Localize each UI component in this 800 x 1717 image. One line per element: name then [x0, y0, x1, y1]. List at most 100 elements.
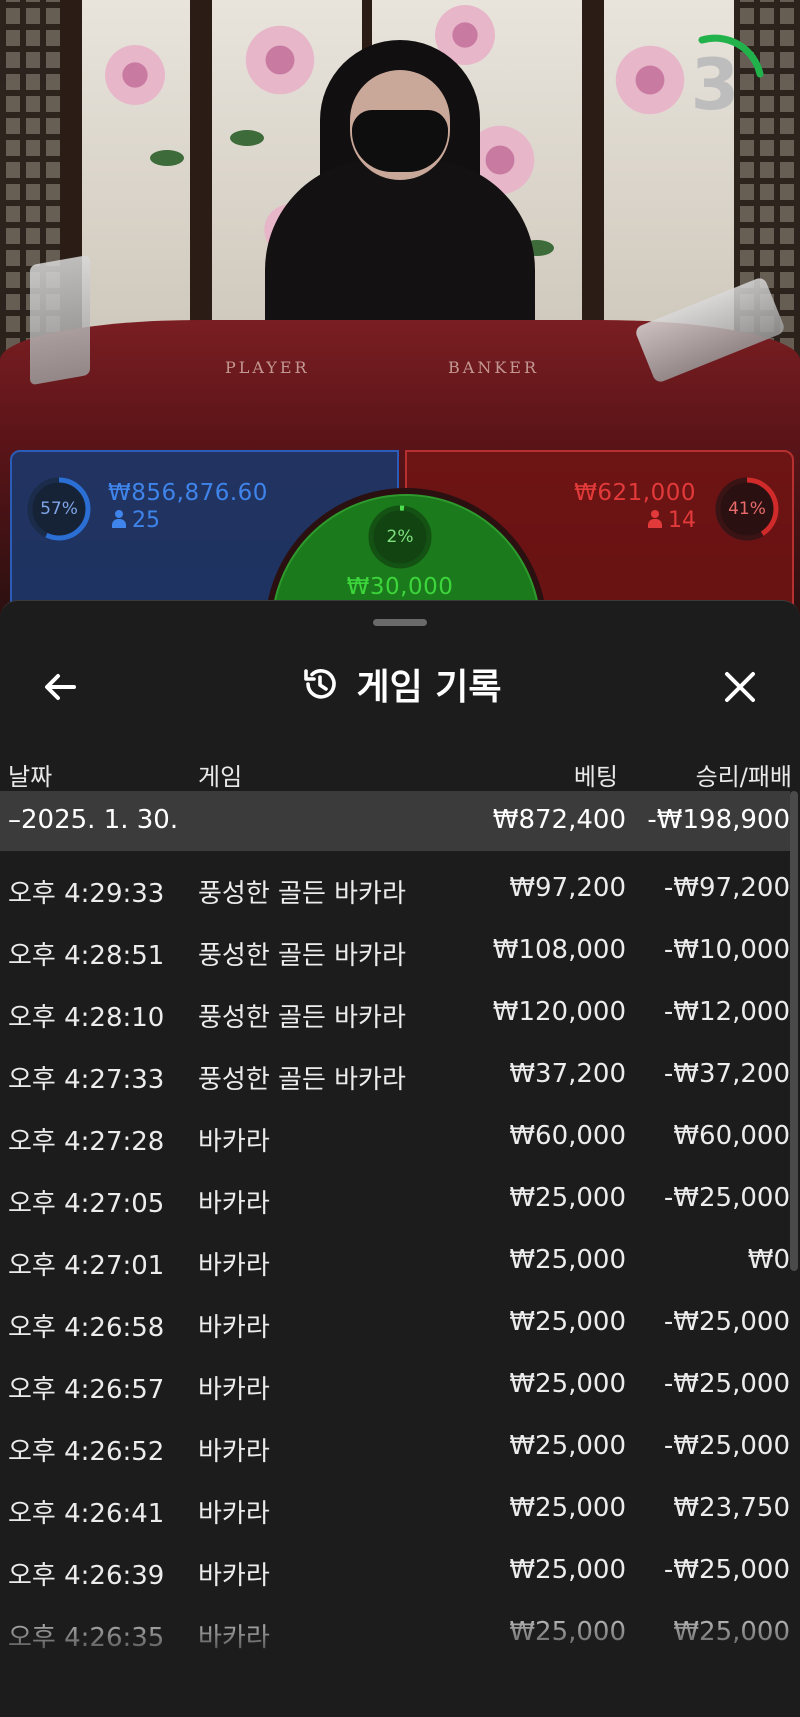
history-row[interactable]: 오후 4:27:33 풍성한 골든 바카라 ₩37,200 -₩37,200: [0, 1045, 790, 1107]
row-result: -₩25,000: [663, 1183, 790, 1213]
row-bet: ₩60,000: [509, 1121, 626, 1151]
screen-pillar: [190, 0, 212, 340]
row-bet: ₩108,000: [492, 935, 626, 965]
row-time: 오후 4:29:33: [8, 879, 165, 909]
history-icon: [304, 669, 337, 699]
row-result: ₩23,750: [673, 1493, 790, 1523]
arrow-left-icon: [45, 674, 76, 700]
row-bet: ₩37,200: [509, 1059, 626, 1089]
row-game: 바카라: [198, 1561, 270, 1591]
history-title: 게임 기록: [356, 667, 502, 708]
row-result: -₩25,000: [663, 1431, 790, 1461]
row-bet: ₩25,000: [509, 1245, 626, 1275]
row-bet: ₩120,000: [492, 997, 626, 1027]
row-result: -₩25,000: [663, 1369, 790, 1399]
close-button[interactable]: [712, 659, 768, 715]
row-bet: ₩25,000: [509, 1493, 626, 1523]
scrollbar[interactable]: [790, 791, 798, 1271]
banker-percentage: 41%: [728, 499, 766, 519]
player-bettor-count: 25: [112, 508, 160, 533]
row-result: -₩12,000: [663, 997, 790, 1027]
row-time: 오후 4:28:10: [8, 1003, 165, 1033]
row-time: 오후 4:28:51: [8, 941, 165, 971]
row-time: 오후 4:26:52: [8, 1437, 165, 1467]
row-result: -₩10,000: [663, 935, 790, 965]
history-row[interactable]: 오후 4:28:10 풍성한 골든 바카라 ₩120,000 -₩12,000: [0, 983, 790, 1045]
row-result: -₩97,200: [663, 873, 790, 903]
history-row[interactable]: 오후 4:26:41 바카라 ₩25,000 ₩23,750: [0, 1479, 790, 1541]
row-result: -₩25,000: [663, 1307, 790, 1337]
history-row[interactable]: 오후 4:26:57 바카라 ₩25,000 -₩25,000: [0, 1355, 790, 1417]
felt-label-banker: BANKER: [448, 358, 539, 377]
tie-bet-amount: ₩30,000: [346, 574, 454, 600]
person-icon: [648, 510, 662, 528]
row-time: 오후 4:26:58: [8, 1313, 165, 1343]
history-row[interactable]: 오후 4:26:35 바카라 ₩25,000 ₩25,000: [0, 1603, 790, 1665]
row-time: 오후 4:26:57: [8, 1375, 165, 1405]
player-percentage-ring: 57%: [26, 476, 92, 542]
history-row[interactable]: 오후 4:26:58 바카라 ₩25,000 -₩25,000: [0, 1293, 790, 1355]
player-bet-amount: ₩856,876.60: [108, 480, 268, 506]
row-result: -₩37,200: [663, 1059, 790, 1089]
row-bet: ₩25,000: [509, 1555, 626, 1585]
column-game: 게임: [198, 763, 243, 791]
screen-pillar: [582, 0, 604, 340]
row-bet: ₩25,000: [509, 1617, 626, 1647]
row-time: 오후 4:27:01: [8, 1251, 165, 1281]
row-game: 바카라: [198, 1499, 270, 1529]
person-icon: [112, 510, 126, 528]
row-game: 바카라: [198, 1251, 270, 1281]
date-group-row[interactable]: –2025. 1. 30. ₩872,400 -₩198,900: [0, 791, 790, 851]
row-bet: ₩97,200: [509, 873, 626, 903]
history-row[interactable]: 오후 4:28:51 풍성한 골든 바카라 ₩108,000 -₩10,000: [0, 921, 790, 983]
close-icon: [725, 672, 755, 702]
row-game: 바카라: [198, 1189, 270, 1219]
history-header: 게임 기록: [0, 639, 800, 729]
row-game: 풍성한 골든 바카라: [198, 879, 406, 909]
history-row[interactable]: 오후 4:27:05 바카라 ₩25,000 -₩25,000: [0, 1169, 790, 1231]
row-result: ₩60,000: [673, 1121, 790, 1151]
row-game: 바카라: [198, 1623, 270, 1653]
row-time: 오후 4:26:41: [8, 1499, 165, 1529]
row-result: ₩0: [747, 1245, 790, 1275]
row-time: 오후 4:27:28: [8, 1127, 165, 1157]
player-percentage: 57%: [40, 499, 78, 519]
history-row[interactable]: 오후 4:26:52 바카라 ₩25,000 -₩25,000: [0, 1417, 790, 1479]
row-bet: ₩25,000: [509, 1307, 626, 1337]
row-bet: ₩25,000: [509, 1431, 626, 1461]
column-bet: 베팅: [573, 763, 618, 791]
row-game: 바카라: [198, 1375, 270, 1405]
sheet-drag-handle[interactable]: [373, 619, 427, 626]
group-date: –2025. 1. 30.: [8, 805, 179, 835]
tie-percentage: 2%: [386, 527, 414, 547]
row-time: 오후 4:26:39: [8, 1561, 165, 1591]
leaf-decoration: [150, 150, 184, 166]
history-row[interactable]: 오후 4:26:39 바카라 ₩25,000 -₩25,000: [0, 1541, 790, 1603]
tie-percentage-ring: 2%: [367, 504, 433, 570]
banker-percentage-ring: 41%: [714, 476, 780, 542]
group-total-bet: ₩872,400: [492, 805, 626, 835]
back-button[interactable]: [32, 659, 88, 715]
column-result: 승리/패배: [695, 763, 792, 791]
row-time: 오후 4:27:05: [8, 1189, 165, 1219]
row-time: 오후 4:27:33: [8, 1065, 165, 1095]
group-total-result: -₩198,900: [647, 805, 790, 835]
banker-bettor-count: 14: [648, 508, 696, 533]
history-row[interactable]: 오후 4:27:01 바카라 ₩25,000 ₩0: [0, 1231, 790, 1293]
banker-bettor-count-value: 14: [668, 508, 696, 533]
flower-decoration: [100, 40, 170, 110]
row-bet: ₩25,000: [509, 1369, 626, 1399]
row-result: -₩25,000: [663, 1555, 790, 1585]
timer-value: 3: [690, 44, 740, 126]
row-time: 오후 4:26:35: [8, 1623, 165, 1653]
felt-label-player: PLAYER: [225, 358, 310, 377]
row-game: 풍성한 골든 바카라: [198, 1065, 406, 1095]
card-shoe: [30, 254, 90, 386]
history-row[interactable]: 오후 4:29:33 풍성한 골든 바카라 ₩97,200 -₩97,200: [0, 859, 790, 921]
row-game: 바카라: [198, 1437, 270, 1467]
history-row[interactable]: 오후 4:27:28 바카라 ₩60,000 ₩60,000: [0, 1107, 790, 1169]
player-bettor-count-value: 25: [132, 508, 160, 533]
row-game: 풍성한 골든 바카라: [198, 941, 406, 971]
row-bet: ₩25,000: [509, 1183, 626, 1213]
history-list: 오후 4:29:33 풍성한 골든 바카라 ₩97,200 -₩97,200 오후 4:…: [0, 859, 790, 1665]
